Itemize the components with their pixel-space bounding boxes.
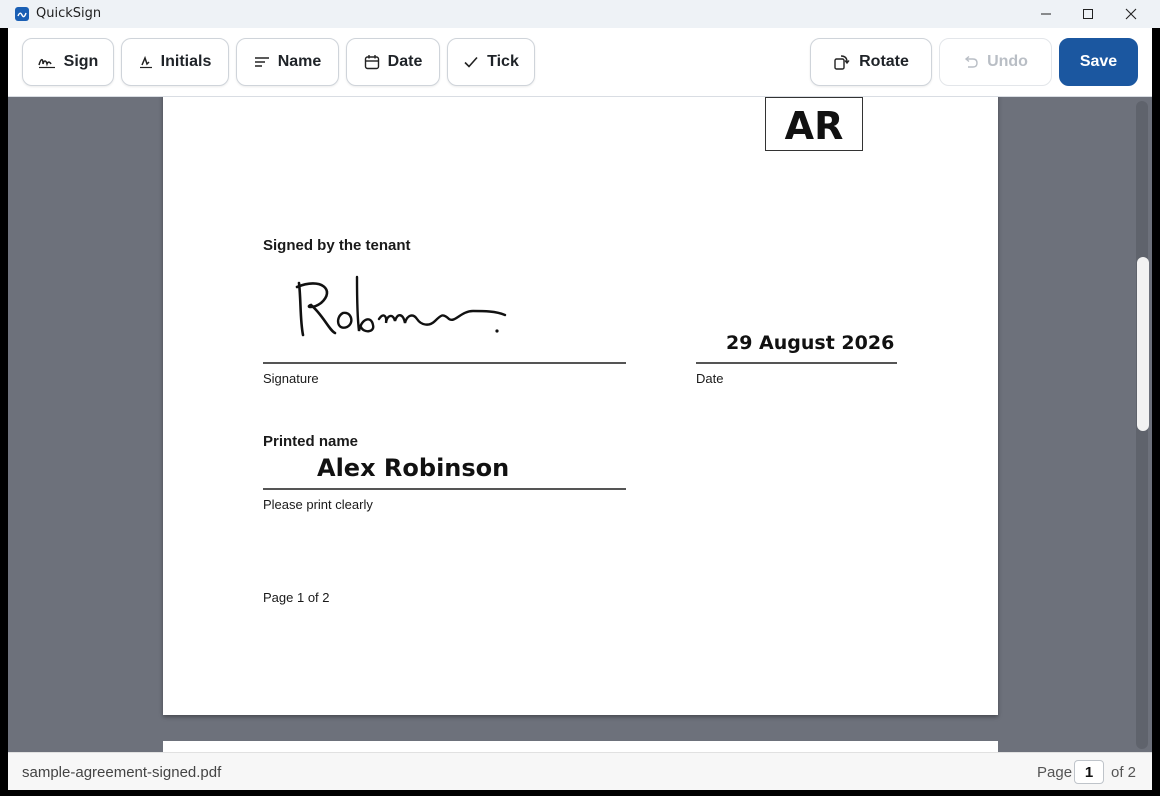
save-button[interactable]: Save (1059, 38, 1138, 86)
initials-stamp[interactable]: AR (765, 97, 863, 151)
date-line (696, 362, 897, 364)
print-hint: Please print clearly (263, 497, 373, 512)
rotate-icon (834, 55, 850, 70)
status-bar: sample-agreement-signed.pdf Page of 2 (8, 752, 1152, 791)
close-button[interactable] (1120, 4, 1142, 24)
name-button-label: Name (277, 53, 322, 70)
minimize-button[interactable] (1035, 4, 1057, 24)
window-border-left (0, 28, 8, 796)
tick-button-label: Tick (487, 53, 519, 70)
page-footer: Page 1 of 2 (263, 590, 330, 605)
window-title: QuickSign (36, 6, 102, 21)
initials-icon (139, 55, 152, 69)
app-logo-icon (15, 7, 29, 21)
file-name: sample-agreement-signed.pdf (22, 764, 222, 781)
printed-name-line (263, 488, 626, 490)
tick-button[interactable]: Tick (447, 38, 535, 86)
save-button-label: Save (1079, 53, 1118, 70)
date-value[interactable]: 29 August 2026 (726, 332, 894, 354)
page-label: Page (1037, 764, 1073, 781)
section-heading: Signed by the tenant (263, 237, 411, 254)
document-page-2 (163, 741, 998, 752)
page-total: of 2 (1111, 764, 1137, 781)
maximize-button[interactable] (1077, 4, 1099, 24)
undo-button-label: Undo (987, 53, 1028, 70)
undo-icon (964, 55, 978, 68)
sign-button[interactable]: Sign (22, 38, 114, 86)
undo-button[interactable]: Undo (939, 38, 1052, 86)
signature-line (263, 362, 626, 364)
rotate-button-label: Rotate (859, 53, 909, 70)
page-number-input[interactable] (1074, 760, 1104, 784)
rotate-button[interactable]: Rotate (810, 38, 932, 86)
date-label: Date (696, 371, 724, 386)
document-page-1: AR Signed by the tenant Signature 29 Aug… (163, 97, 998, 715)
scrollbar-thumb[interactable] (1137, 257, 1149, 431)
date-button-label: Date (387, 53, 423, 70)
sign-button-label: Sign (63, 53, 99, 70)
calendar-icon (364, 55, 379, 70)
signature-icon (37, 58, 55, 69)
app-window: QuickSign Sign Initials Name Date Tick R… (0, 0, 1160, 796)
window-border-bottom (0, 790, 1160, 796)
name-lines-icon (254, 57, 269, 67)
check-icon (464, 56, 478, 68)
title-bar: QuickSign (0, 0, 1160, 28)
window-border-right (1152, 28, 1160, 796)
printed-name-heading: Printed name (263, 433, 359, 450)
toolbar: Sign Initials Name Date Tick Rotate Undo… (8, 28, 1152, 97)
printed-name-value[interactable]: Alex Robinson (317, 454, 509, 482)
initials-button-label: Initials (160, 53, 212, 70)
signature-drawing[interactable] (291, 275, 511, 345)
initials-button[interactable]: Initials (121, 38, 229, 86)
signature-label: Signature (263, 371, 319, 386)
name-button[interactable]: Name (236, 38, 339, 86)
date-button[interactable]: Date (346, 38, 440, 86)
document-viewer[interactable]: AR Signed by the tenant Signature 29 Aug… (8, 97, 1152, 752)
